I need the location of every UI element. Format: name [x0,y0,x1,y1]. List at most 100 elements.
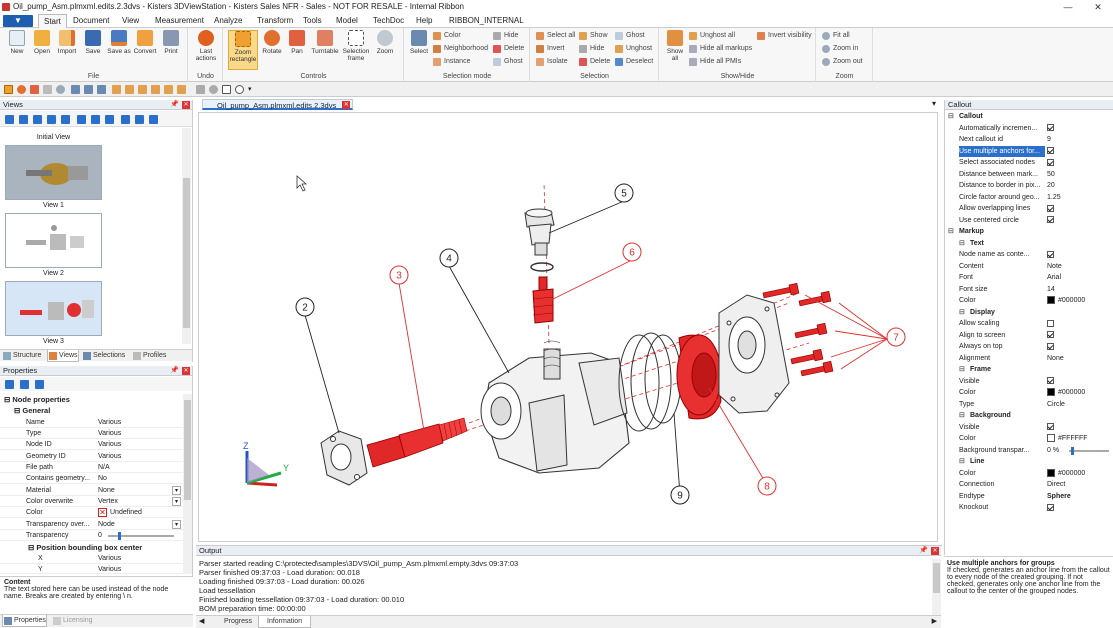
tab-ribbon-internal[interactable]: RIBBON_INTERNAL [444,14,529,28]
view-tool-icon[interactable] [47,115,56,124]
view-tool-icon[interactable] [5,115,14,124]
view-tool-icon[interactable] [91,115,100,124]
property-row[interactable]: X Various [0,553,183,565]
select-button[interactable]: Select [407,30,431,55]
tab-structure[interactable]: Structure [2,350,41,362]
callout-property-row[interactable]: Visible [945,422,1113,434]
show-icon[interactable] [125,85,134,94]
property-value[interactable]: 20 [1047,180,1113,191]
show-all-button[interactable]: Show all [663,30,687,62]
tab-techdoc[interactable]: TechDoc [368,14,409,28]
invert-visibility-button[interactable]: Invert visibility [757,31,812,41]
tab-view[interactable]: View [117,14,144,28]
callout-property-row[interactable]: Endtype Sphere [945,491,1113,503]
bounding-box-section[interactable]: ⊟ Position bounding box center [28,542,142,553]
dropdown-arrow-icon[interactable]: ▾ [172,520,181,529]
color-swatch[interactable] [1047,468,1055,477]
property-value[interactable] [1047,341,1113,352]
callout-property-row[interactable]: Type Circle [945,399,1113,411]
property-pages-icon[interactable] [35,380,44,389]
property-value[interactable]: None [1047,353,1113,364]
invert-button[interactable]: Invert [536,44,565,54]
output-scrollbar-thumb[interactable] [933,563,940,593]
callout-section-text[interactable]: ⊟ Text [945,238,1113,250]
callout-property-row[interactable]: Always on top [945,341,1113,353]
callout-property-row[interactable]: Automatically incremen... [945,123,1113,135]
view-tool-icon[interactable] [105,115,114,124]
output-log[interactable]: Parser started reading C:\protected\samp… [196,559,931,615]
minimize-button[interactable]: — [1053,0,1083,14]
callout-section-callout[interactable]: ⊟ Callout [945,111,1113,123]
dropdown-arrow-icon[interactable]: ▾ [172,486,181,495]
callout-property-row[interactable]: Font Arial [945,272,1113,284]
checkbox[interactable] [1047,250,1054,258]
callout-property-row[interactable]: Align to screen [945,330,1113,342]
checkbox[interactable] [1047,124,1054,132]
tab-analyze[interactable]: Analyze [209,14,247,28]
new-button[interactable]: New [5,30,29,55]
property-value[interactable]: 9 [1047,134,1113,145]
property-value[interactable]: Arial [1047,272,1113,283]
document-tabs-dropdown-icon[interactable]: ▾ [932,99,936,108]
magnifier-icon[interactable] [56,85,65,94]
view-thumbnail-2[interactable] [5,213,102,268]
views-scrollbar-thumb[interactable] [183,178,190,328]
tab-licensing[interactable]: Licensing [52,615,93,627]
callout-section-background[interactable]: ⊟ Background [945,410,1113,422]
callout-property-row[interactable]: Knockout [945,502,1113,514]
view-thumbnail-1[interactable] [5,145,102,200]
checkbox[interactable] [1047,503,1054,511]
view-tool-icon[interactable] [61,115,70,124]
callout-property-row[interactable]: Color #000000 [945,295,1113,307]
tab-tools[interactable]: Tools [298,14,327,28]
close-icon[interactable]: ✕ [182,367,190,375]
checkbox[interactable] [1047,377,1054,385]
checkbox[interactable] [1047,158,1054,166]
callout-property-row[interactable]: Distance to border in pix... 20 [945,180,1113,192]
callout-property-row[interactable]: Circle factor around geo... 1.25 [945,192,1113,204]
property-row[interactable]: Contains geometry... No [0,473,183,485]
show-icon[interactable] [112,85,121,94]
checkbox[interactable] [1047,319,1054,327]
delete-button[interactable]: Delete [579,57,610,67]
open-button[interactable]: Open [30,30,54,55]
delete-mode-button[interactable]: Delete [493,44,524,54]
view-tool-icon[interactable] [135,115,144,124]
tab-properties[interactable]: Properties [2,615,47,627]
document-tab[interactable]: Oil_pump_Asm.plmxml.edits.2.3dvs ✕ [202,99,354,110]
view-tool-icon[interactable] [33,115,42,124]
color-swatch[interactable] [1047,296,1055,305]
tab-profiles[interactable]: Profiles [132,350,166,362]
scroll-left-icon[interactable]: ◀ [199,617,204,625]
callout-property-row[interactable]: Allow overlapping lines [945,203,1113,215]
property-value[interactable] [1047,123,1113,134]
hide-mode-button[interactable]: Hide [493,31,518,41]
property-value[interactable] [1047,318,1113,329]
property-value[interactable]: #000000 [1047,468,1113,479]
3d-viewport[interactable]: 2 3 4 5 6 7 8 9 Z Y [198,112,938,542]
callout-property-row[interactable]: Color #000000 [945,468,1113,480]
property-row-color-overwrite[interactable]: Color overwrite Vertex ▾ [0,496,183,508]
property-value[interactable] [1047,203,1113,214]
callout-property-row[interactable]: Alignment None [945,353,1113,365]
show-icon[interactable] [151,85,160,94]
select-icon[interactable] [97,85,106,94]
view-thumbnail-3[interactable] [5,281,102,336]
callout-property-row[interactable]: Distance between mark... 50 [945,169,1113,181]
property-value[interactable]: Direct [1047,479,1113,490]
callout-property-row[interactable]: Font size 14 [945,284,1113,296]
close-icon[interactable]: ✕ [342,101,351,109]
pin-icon[interactable]: 📌 [170,100,179,110]
callout-property-row[interactable]: Allow scaling [945,318,1113,330]
view-tool-icon[interactable] [121,115,130,124]
unghost-button[interactable]: Unghost [615,44,652,54]
property-row-transparency[interactable]: Transparency 0 [0,530,183,542]
checkbox[interactable] [1047,423,1054,431]
property-row-material[interactable]: Material None ▾ [0,485,183,497]
qat-dropdown-icon[interactable]: ▾ [248,85,253,94]
rotate-button[interactable]: Rotate [260,30,284,55]
property-value[interactable]: 1.25 [1047,192,1113,203]
instance-button[interactable]: Instance [433,57,470,67]
checkbox[interactable] [1047,216,1054,224]
categorized-icon[interactable] [5,380,14,389]
